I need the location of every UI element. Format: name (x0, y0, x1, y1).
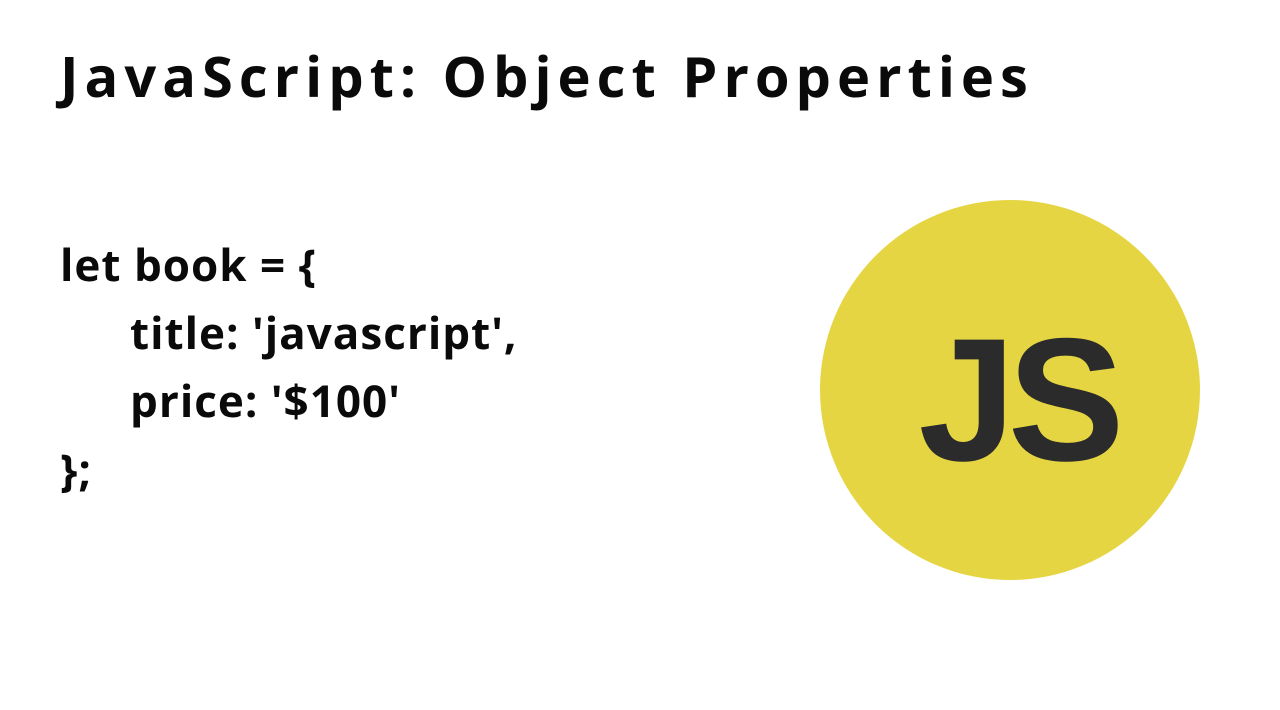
page-title: JavaScript: Object Properties (60, 38, 1034, 114)
code-snippet: let book = { title: 'javascript', price:… (60, 230, 517, 503)
code-line-4: }; (60, 435, 517, 503)
code-line-1: let book = { (60, 230, 517, 298)
js-logo-text: JS (918, 300, 1116, 501)
code-line-2: title: 'javascript', (60, 298, 517, 366)
js-logo-icon: JS (820, 200, 1200, 580)
code-line-3: price: '$100' (60, 366, 517, 434)
